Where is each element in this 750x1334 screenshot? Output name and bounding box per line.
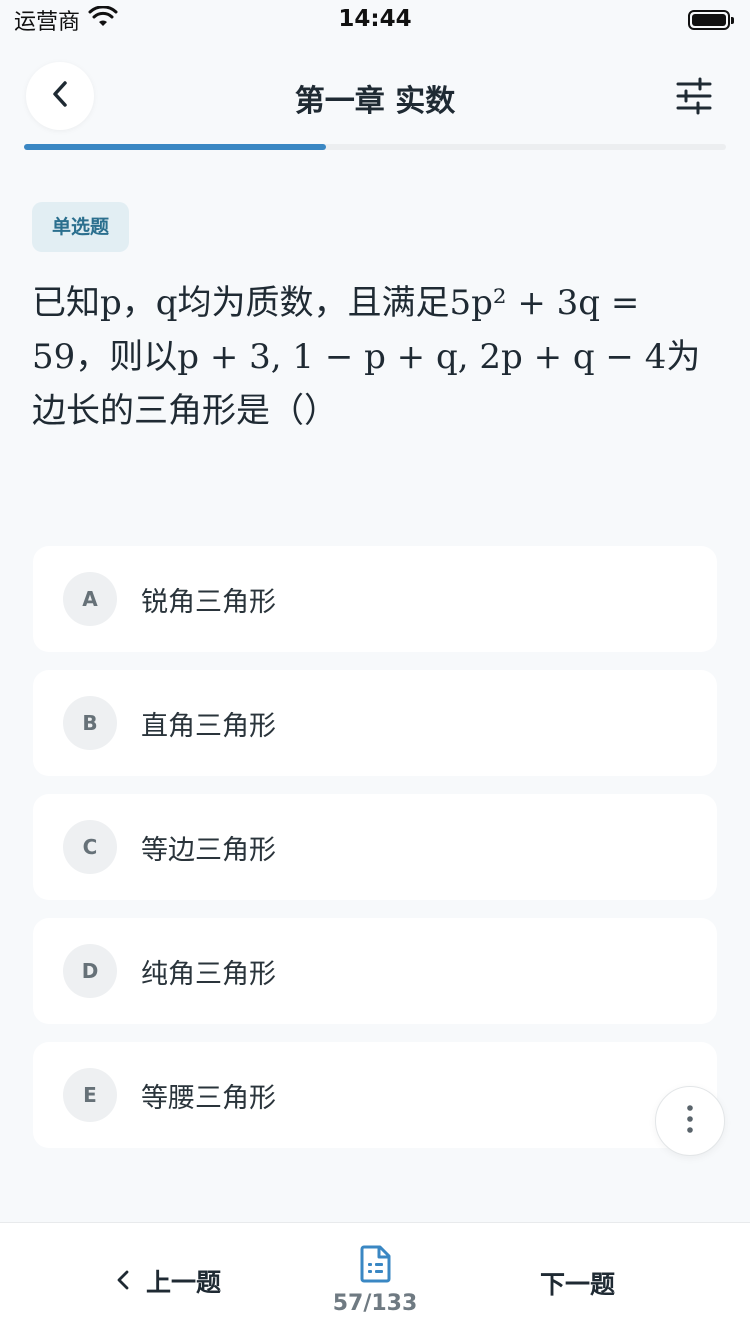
back-button[interactable] bbox=[26, 62, 94, 130]
bottom-bar: 上一题 57/133 下一题 bbox=[0, 1222, 750, 1334]
option-d[interactable]: D 纯角三角形 bbox=[33, 918, 717, 1024]
option-letter: D bbox=[63, 944, 117, 998]
header: 第一章 实数 bbox=[0, 58, 750, 138]
status-bar: 运营商 bbox=[0, 0, 750, 40]
prev-question-label: 上一题 bbox=[146, 1268, 222, 1297]
options-list: A 锐角三角形 B 直角三角形 C 等边三角形 D 纯角三角形 E 等腰三角形 bbox=[33, 546, 717, 1166]
option-text: 直角三角形 bbox=[141, 710, 276, 742]
sliders-icon bbox=[674, 77, 714, 120]
more-vertical-icon bbox=[685, 1104, 695, 1138]
next-question-button[interactable]: 下一题 bbox=[540, 1265, 615, 1301]
option-text: 等腰三角形 bbox=[141, 1082, 276, 1114]
settings-button[interactable] bbox=[674, 76, 714, 116]
more-button[interactable] bbox=[655, 1086, 725, 1156]
question-text: 已知p，q均为质数，且满足5p² + 3q = 59，则以p + 3, 1 − … bbox=[32, 283, 701, 431]
status-left: 运营商 bbox=[14, 4, 118, 36]
option-letter: B bbox=[63, 696, 117, 750]
carrier-label: 运营商 bbox=[14, 10, 81, 35]
option-a[interactable]: A 锐角三角形 bbox=[33, 546, 717, 652]
battery-icon bbox=[688, 10, 734, 30]
option-b[interactable]: B 直角三角形 bbox=[33, 670, 717, 776]
option-text: 等边三角形 bbox=[141, 834, 276, 866]
chevron-left-icon bbox=[116, 1267, 130, 1296]
document-list-icon bbox=[358, 1245, 392, 1287]
prev-question-button[interactable]: 上一题 bbox=[116, 1263, 221, 1299]
progress-bar bbox=[24, 144, 726, 150]
chevron-left-icon bbox=[48, 79, 72, 113]
option-c[interactable]: C 等边三角形 bbox=[33, 794, 717, 900]
option-text: 锐角三角形 bbox=[141, 586, 276, 618]
option-text: 纯角三角形 bbox=[141, 958, 276, 990]
option-e[interactable]: E 等腰三角形 bbox=[33, 1042, 717, 1148]
page-title: 第一章 实数 bbox=[294, 84, 456, 119]
option-letter: E bbox=[63, 1068, 117, 1122]
progress-fill bbox=[24, 144, 326, 150]
wifi-icon bbox=[88, 5, 118, 34]
option-letter: C bbox=[63, 820, 117, 874]
question-type-badge: 单选题 bbox=[32, 202, 130, 252]
answer-sheet-button[interactable]: 57/133 bbox=[300, 1245, 450, 1316]
option-letter: A bbox=[63, 572, 117, 626]
question-counter: 57/133 bbox=[332, 1291, 418, 1316]
